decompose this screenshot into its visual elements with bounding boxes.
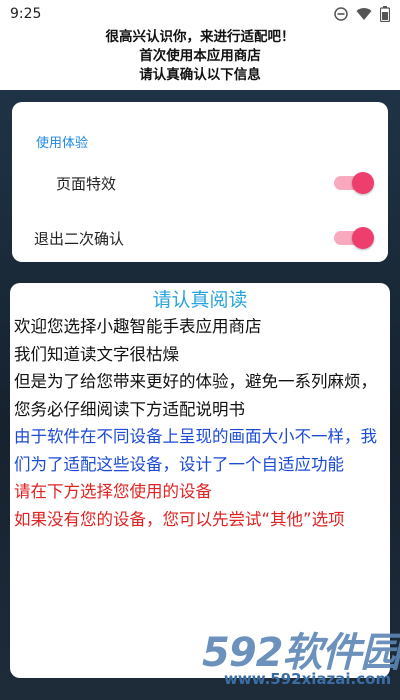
toggle-knob [352,172,374,194]
header-line-2: 首次使用本应用商店 [139,48,261,64]
status-bar: 9:25 [0,0,400,28]
header-line-1: 很高兴认识你，来进行适配吧！ [105,29,295,45]
exit-confirm-label: 退出二次确认 [34,230,125,248]
section-title: 使用体验 [36,136,89,151]
status-time: 9:25 [10,6,42,22]
toggle-knob [352,227,374,249]
wifi-icon [356,8,372,20]
notice-text-blue: 由于软件在不同设备上呈现的画面大小不一样，我们为了适配这些设备，设计了一个自适应… [14,427,377,474]
notice-text: 欢迎您选择小趣智能手表应用商店 [14,317,262,336]
page-effects-toggle[interactable] [334,172,374,194]
notice-text: 但是为了给您带来更好的体验，避免一系列麻烦，您务必仔细阅读下方适配说明书 [14,372,377,419]
do-not-disturb-icon [334,7,348,21]
watermark-url: www.592xiazai.com [224,670,392,688]
main-area: 使用体验 页面特效 退出二次确认 请认真阅读 欢迎您选择小趣智能手表应用商店 我… [0,90,400,700]
notice-card[interactable]: 请认真阅读 欢迎您选择小趣智能手表应用商店 我们知道读文字很枯燥 但是为了给您带… [10,283,390,678]
notice-title: 请认真阅读 [152,289,248,311]
exit-confirm-toggle[interactable] [334,227,374,249]
notice-text-red: 请在下方选择您使用的设备 [14,482,212,501]
notice-text: 我们知道读文字很枯燥 [14,344,179,364]
battery-icon [380,6,390,22]
page-effects-label: 页面特效 [56,175,117,193]
settings-card: 使用体验 页面特效 退出二次确认 [12,102,388,262]
notice-text-red: 如果没有您的设备，您可以先尝试“其他”选项 [14,509,345,529]
welcome-header: 很高兴认识你，来进行适配吧！ 首次使用本应用商店 请认真确认以下信息 [0,28,400,90]
header-line-3: 请认真确认以下信息 [139,67,261,83]
status-icons [334,6,390,22]
site-watermark: 592软件园 www.592xiazai.com [202,620,400,696]
